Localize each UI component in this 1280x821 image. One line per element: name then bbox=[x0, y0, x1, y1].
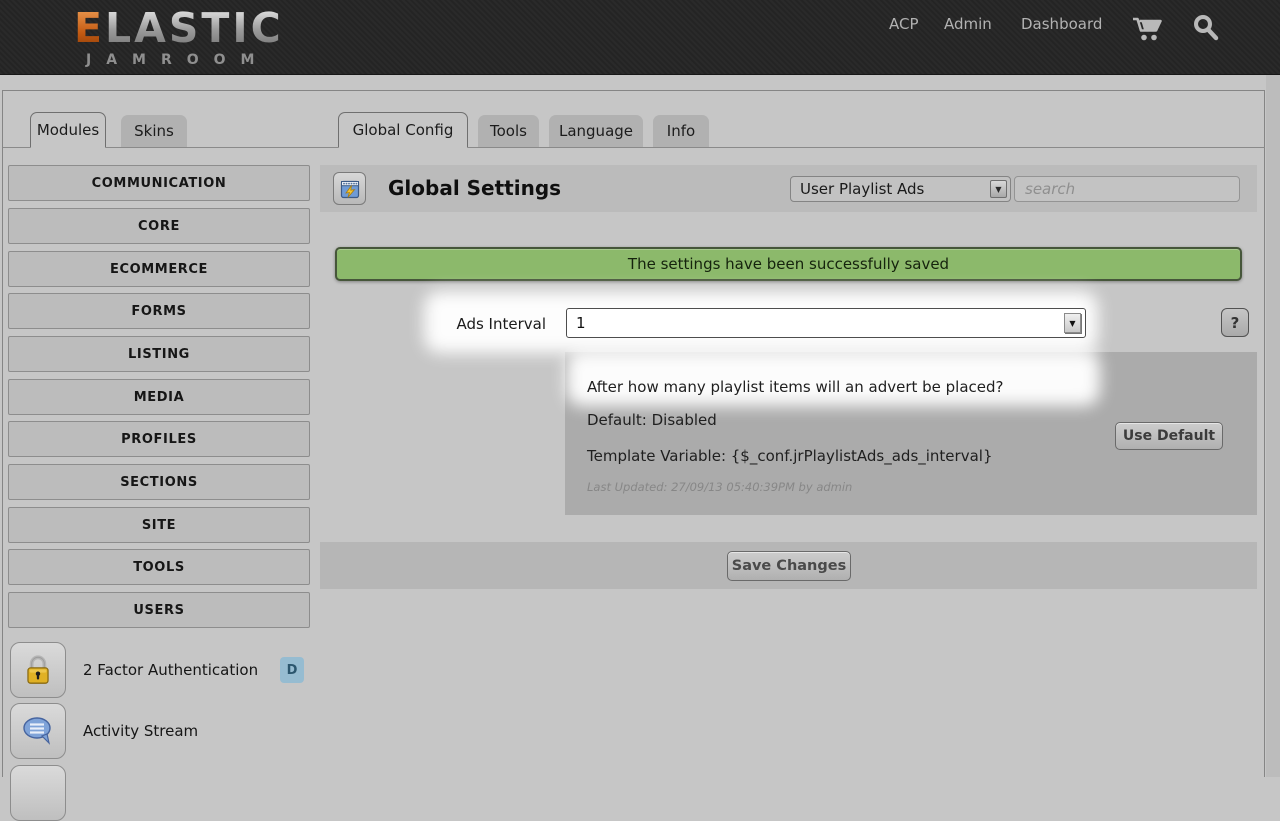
use-default-button[interactable]: Use Default bbox=[1115, 422, 1223, 450]
sidebar-item-communication[interactable]: COMMUNICATION bbox=[8, 165, 310, 201]
module-label: Activity Stream bbox=[83, 722, 198, 740]
sidebar-item-sections[interactable]: SECTIONS bbox=[8, 464, 310, 500]
logo-text: ELASTIC bbox=[74, 6, 284, 50]
module-row-activity-stream[interactable]: Activity Stream bbox=[10, 703, 310, 759]
help-button[interactable]: ? bbox=[1221, 308, 1249, 337]
tab-strip-divider bbox=[3, 147, 1265, 148]
chevron-down-icon: ▼ bbox=[1064, 313, 1081, 333]
page-title: Global Settings bbox=[388, 176, 561, 200]
ads-interval-value: 1 bbox=[567, 314, 1064, 332]
success-message: The settings have been successfully save… bbox=[335, 247, 1242, 281]
sidebar-item-profiles[interactable]: PROFILES bbox=[8, 421, 310, 457]
sidebar-item-media[interactable]: MEDIA bbox=[8, 379, 310, 415]
site-logo[interactable]: ELASTIC JAMROOM bbox=[74, 6, 284, 68]
module-icon[interactable] bbox=[10, 765, 66, 821]
logo-rest: LASTIC bbox=[105, 4, 284, 52]
module-row-partial[interactable] bbox=[10, 765, 310, 821]
page-right-margin bbox=[1266, 75, 1280, 777]
lock-icon[interactable] bbox=[10, 642, 66, 698]
module-select[interactable]: User Playlist Ads ▼ bbox=[790, 176, 1011, 202]
sidebar-item-core[interactable]: CORE bbox=[8, 208, 310, 244]
notepad-icon[interactable] bbox=[333, 172, 366, 205]
sidebar-item-forms[interactable]: FORMS bbox=[8, 293, 310, 329]
sidebar-item-ecommerce[interactable]: ECOMMERCE bbox=[8, 251, 310, 287]
nav-dashboard[interactable]: Dashboard bbox=[1021, 15, 1102, 33]
cart-icon[interactable] bbox=[1131, 15, 1163, 47]
setting-description: After how many playlist items will an ad… bbox=[587, 378, 1004, 396]
status-badge-disabled: D bbox=[280, 657, 304, 683]
nav-admin[interactable]: Admin bbox=[944, 15, 992, 33]
ads-interval-select[interactable]: 1 ▼ bbox=[566, 308, 1086, 338]
search-input[interactable] bbox=[1015, 177, 1239, 201]
tab-tools[interactable]: Tools bbox=[478, 115, 539, 147]
sidebar-item-users[interactable]: USERS bbox=[8, 592, 310, 628]
tab-global-config[interactable]: Global Config bbox=[338, 112, 468, 148]
panel-header: Global Settings User Playlist Ads ▼ bbox=[320, 165, 1257, 212]
sidebar-item-tools[interactable]: TOOLS bbox=[8, 549, 310, 585]
setting-last-updated: Last Updated: 27/09/13 05:40:39PM by adm… bbox=[587, 480, 852, 494]
tab-modules[interactable]: Modules bbox=[30, 112, 106, 148]
module-select-value: User Playlist Ads bbox=[791, 180, 990, 198]
chat-bubble-icon[interactable] bbox=[10, 703, 66, 759]
tab-info[interactable]: Info bbox=[653, 115, 709, 147]
top-header-bar: ELASTIC JAMROOM ACP Admin Dashboard bbox=[0, 0, 1280, 75]
logo-letter-e: E bbox=[74, 4, 105, 52]
tab-language[interactable]: Language bbox=[549, 115, 643, 147]
logo-subtitle: JAMROOM bbox=[86, 52, 284, 68]
chevron-down-icon: ▼ bbox=[990, 180, 1007, 198]
setting-template-variable: Template Variable: {$_conf.jrPlaylistAds… bbox=[587, 447, 992, 465]
search-icon[interactable] bbox=[1191, 13, 1221, 47]
setting-default-value: Default: Disabled bbox=[587, 411, 717, 429]
sidebar-item-listing[interactable]: LISTING bbox=[8, 336, 310, 372]
module-row-2factor[interactable]: 2 Factor Authentication D bbox=[10, 642, 310, 698]
setting-label: Ads Interval bbox=[420, 315, 546, 333]
nav-acp[interactable]: ACP bbox=[889, 15, 919, 33]
module-label: 2 Factor Authentication bbox=[83, 661, 258, 679]
tab-skins[interactable]: Skins bbox=[121, 115, 187, 147]
save-changes-button[interactable]: Save Changes bbox=[727, 551, 851, 581]
search-field-wrap bbox=[1014, 176, 1240, 202]
sidebar-item-site[interactable]: SITE bbox=[8, 507, 310, 543]
